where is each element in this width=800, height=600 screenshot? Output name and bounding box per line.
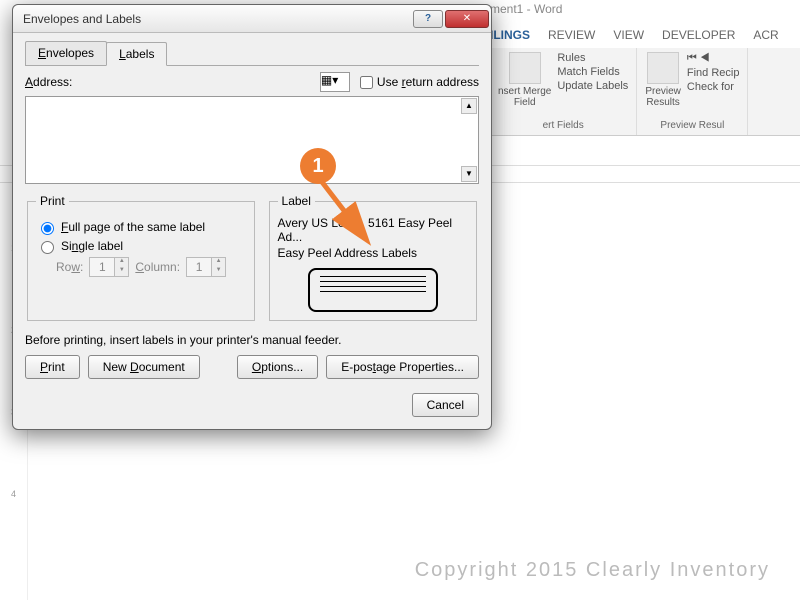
dialog-titlebar[interactable]: Envelopes and Labels ✕ <box>13 5 491 33</box>
tab-labels[interactable]: Labels <box>106 42 167 66</box>
address-book-icon[interactable]: ▦▾ <box>320 72 350 92</box>
col-up-icon: ▲ <box>211 258 225 267</box>
row-spinner: ▲▼ <box>89 257 129 277</box>
find-recipient-button[interactable]: Find Recip <box>687 67 740 79</box>
nav-first-icon[interactable]: ⏮ ◀ <box>687 52 740 65</box>
ribbon-tabs: ILINGS REVIEW VIEW DEVELOPER ACR <box>490 28 779 42</box>
insert-merge-label1: nsert Merge <box>498 86 551 97</box>
insert-merge-field-icon[interactable] <box>509 52 541 84</box>
label-product-desc: Easy Peel Address Labels <box>278 246 468 260</box>
column-spinner: ▲▼ <box>186 257 226 277</box>
preview-results-icon[interactable] <box>647 52 679 84</box>
row-input <box>90 258 114 276</box>
epostage-button[interactable]: E-postage Properties... <box>326 355 479 379</box>
use-return-checkbox-input[interactable] <box>360 76 373 89</box>
tab-acrobat[interactable]: ACR <box>753 28 778 42</box>
single-label-label: Single label <box>61 239 123 253</box>
options-button[interactable]: Options... <box>237 355 318 379</box>
tab-review[interactable]: REVIEW <box>548 28 595 42</box>
check-errors-button[interactable]: Check for <box>687 81 740 93</box>
new-document-button[interactable]: New Document <box>88 355 200 379</box>
tab-envelopes[interactable]: Envelopes <box>25 41 107 65</box>
col-down-icon: ▼ <box>211 267 225 276</box>
tab-mailings[interactable]: ILINGS <box>490 28 530 42</box>
preview-label2: Results <box>645 97 681 108</box>
scroll-up-icon[interactable]: ▲ <box>461 98 477 114</box>
use-return-address-checkbox[interactable]: Use return address <box>360 75 479 89</box>
envelopes-labels-dialog: Envelopes and Labels ✕ Envelopes Labels … <box>12 4 492 430</box>
dialog-title: Envelopes and Labels <box>23 12 411 26</box>
ribbon-group-label-fields: ert Fields <box>498 120 628 131</box>
row-label: Row: <box>56 260 83 274</box>
ribbon-group-preview: Preview Results ⏮ ◀ Find Recip Check for… <box>637 48 748 135</box>
ribbon-group-fields: nsert Merge Field Rules Match Fields Upd… <box>490 48 637 135</box>
label-legend: Label <box>278 194 315 208</box>
row-up-icon: ▲ <box>114 258 128 267</box>
single-label-radio[interactable] <box>41 241 54 254</box>
insert-merge-label2: Field <box>498 97 551 108</box>
close-button[interactable]: ✕ <box>445 10 489 28</box>
ribbon-group-label-preview: Preview Resul <box>645 120 739 131</box>
cancel-button[interactable]: Cancel <box>412 393 479 417</box>
tab-view[interactable]: VIEW <box>613 28 644 42</box>
match-fields-button[interactable]: Match Fields <box>557 66 628 78</box>
use-return-label: Use return address <box>377 75 479 89</box>
help-button[interactable] <box>413 10 443 28</box>
print-legend: Print <box>36 194 69 208</box>
preview-label1: Preview <box>645 86 681 97</box>
label-groupbox[interactable]: Label Avery US Letter, 5161 Easy Peel Ad… <box>269 194 477 321</box>
dialog-tabs: Envelopes Labels <box>25 41 479 66</box>
print-button[interactable]: Print <box>25 355 80 379</box>
label-preview-icon <box>308 268 438 312</box>
column-input <box>187 258 211 276</box>
update-labels-button[interactable]: Update Labels <box>557 80 628 92</box>
address-label: Address: <box>25 75 310 89</box>
rules-button[interactable]: Rules <box>557 52 628 64</box>
row-down-icon: ▼ <box>114 267 128 276</box>
ribbon: nsert Merge Field Rules Match Fields Upd… <box>490 48 800 136</box>
watermark: Copyright 2015 Clearly Inventory <box>415 559 770 582</box>
word-window-title: ment1 - Word <box>490 2 562 16</box>
print-groupbox: Print Full page of the same label Single… <box>27 194 255 321</box>
tab-developer[interactable]: DEVELOPER <box>662 28 735 42</box>
full-page-radio[interactable] <box>41 222 54 235</box>
full-page-label: Full page of the same label <box>61 220 205 234</box>
label-product-name: Avery US Letter, 5161 Easy Peel Ad... <box>278 216 468 244</box>
address-textarea[interactable]: ▲ ▼ <box>25 96 479 184</box>
printer-note: Before printing, insert labels in your p… <box>25 333 479 347</box>
column-label: Column: <box>135 260 180 274</box>
scroll-down-icon[interactable]: ▼ <box>461 166 477 182</box>
